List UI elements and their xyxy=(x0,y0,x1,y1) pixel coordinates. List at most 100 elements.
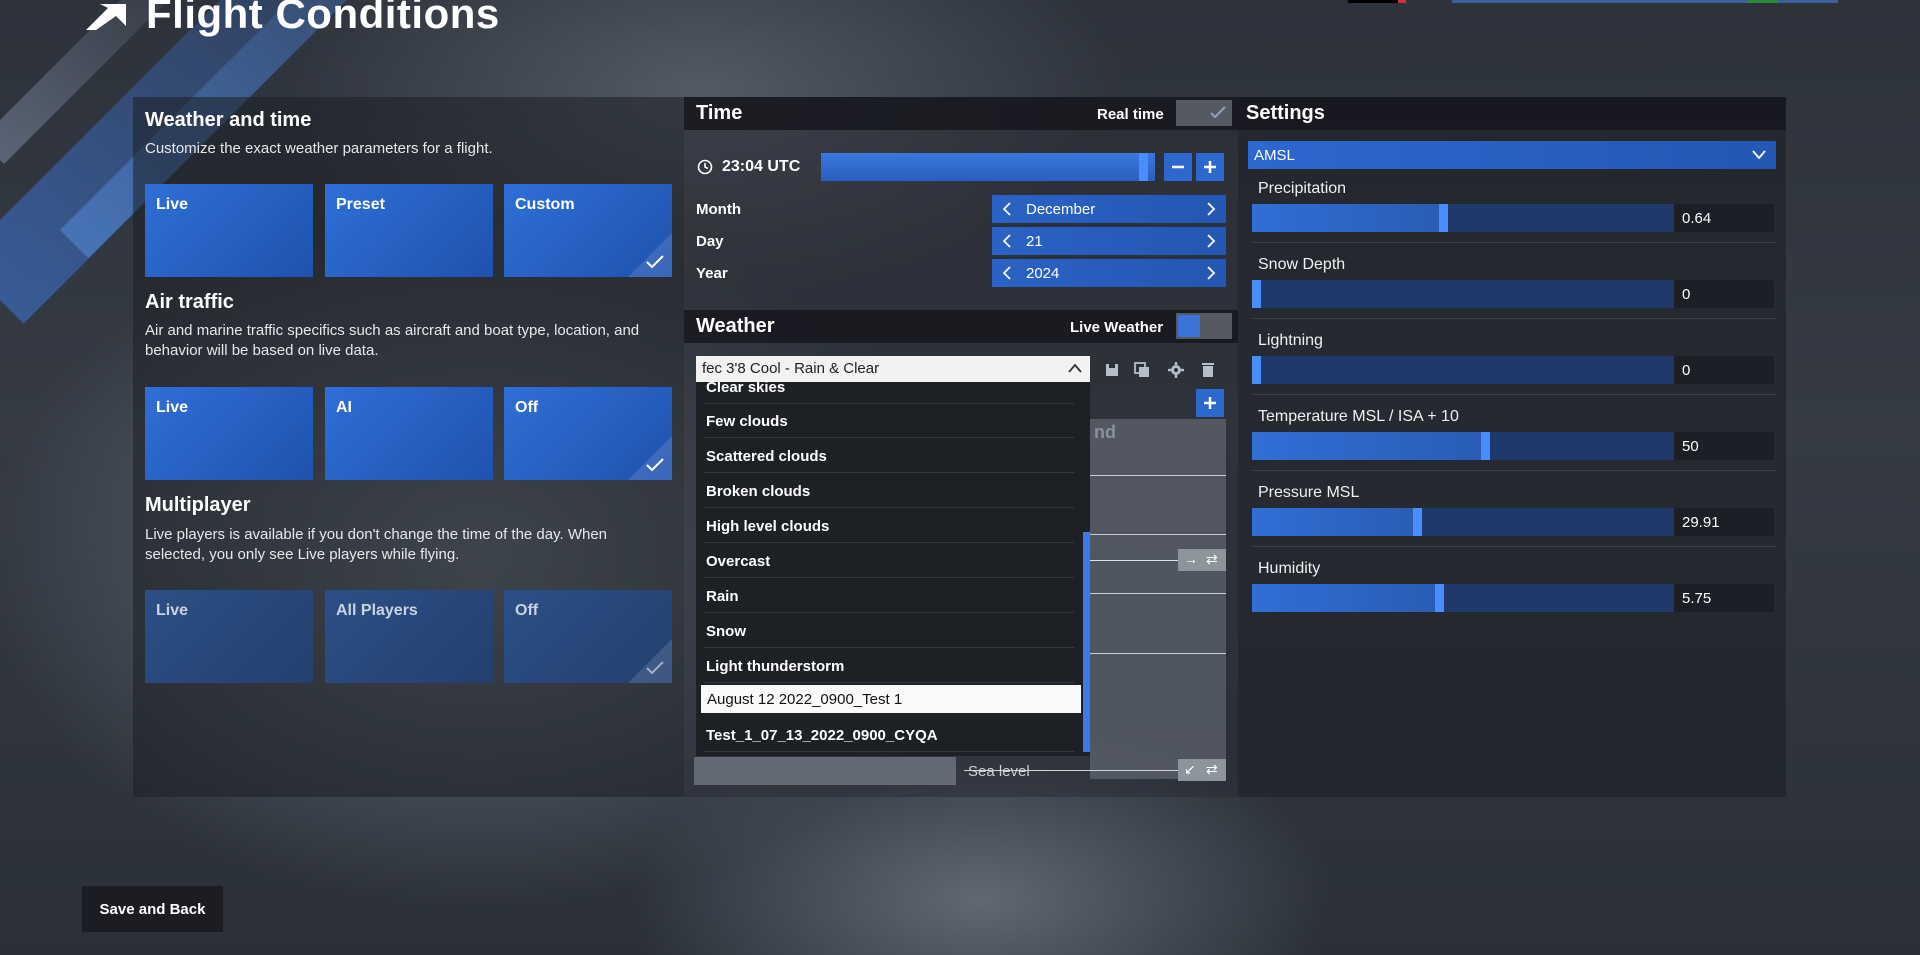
checkmark-icon xyxy=(646,661,664,675)
setting-separator xyxy=(1252,318,1776,319)
weather-option-custom[interactable]: Custom xyxy=(504,184,672,277)
setting-slider[interactable] xyxy=(1252,584,1676,612)
save-and-back-button[interactable]: Save and Back xyxy=(82,886,223,932)
utc-time: 23:04 UTC xyxy=(722,158,801,175)
setting-slider-thumb[interactable] xyxy=(1252,356,1261,384)
setting-slider[interactable] xyxy=(1252,280,1676,308)
left-panel: Weather and time Customize the exact wea… xyxy=(133,97,684,797)
live-weather-toggle[interactable] xyxy=(1176,313,1232,339)
setting-slider[interactable] xyxy=(1252,508,1676,536)
setting-slider[interactable] xyxy=(1252,432,1676,460)
setting-slider-thumb[interactable] xyxy=(1252,280,1261,308)
traffic-option-ai[interactable]: AI xyxy=(325,387,493,480)
multiplayer-option-all-players[interactable]: All Players xyxy=(325,590,493,683)
trash-icon[interactable] xyxy=(1197,359,1219,381)
settings-header: Settings xyxy=(1238,97,1786,130)
setting-separator xyxy=(1252,242,1776,243)
setting-value: 29.91 xyxy=(1682,514,1720,531)
preset-option[interactable]: High level clouds xyxy=(704,509,1074,543)
weather-option-live[interactable]: Live xyxy=(145,184,313,277)
setting-slider-thumb[interactable] xyxy=(1434,584,1444,612)
preset-option[interactable]: Scattered clouds xyxy=(704,439,1074,473)
copy-icon[interactable] xyxy=(1131,359,1153,381)
time-slider[interactable] xyxy=(821,153,1155,181)
real-time-toggle[interactable] xyxy=(1176,100,1232,126)
setting-value-field[interactable]: 0 xyxy=(1674,280,1774,308)
setting-value-field[interactable]: 29.91 xyxy=(1674,508,1774,536)
setting-slider-thumb[interactable] xyxy=(1413,508,1423,536)
swap-icon: ⇄ xyxy=(1206,551,1218,567)
save-icon[interactable] xyxy=(1101,359,1123,381)
preset-option[interactable]: Few clouds xyxy=(704,404,1074,438)
multiplayer-option-off[interactable]: Off xyxy=(504,590,672,683)
setting-value-field[interactable]: 5.75 xyxy=(1674,584,1774,612)
air-traffic-title: Air traffic xyxy=(145,291,234,313)
chevron-up-icon xyxy=(1068,363,1082,373)
time-slider-thumb[interactable] xyxy=(1139,153,1148,181)
chevron-left-icon[interactable] xyxy=(1002,266,1012,280)
setting-slider-fill xyxy=(1252,508,1418,536)
tile-label: Live xyxy=(156,399,189,416)
time-header: Time Real time xyxy=(684,97,1238,130)
chevron-right-icon[interactable] xyxy=(1206,234,1216,248)
multiplayer-title: Multiplayer xyxy=(145,494,251,516)
preset-option[interactable]: Snow xyxy=(704,614,1074,648)
preset-option[interactable]: Clear skies xyxy=(704,382,1074,404)
setting-slider[interactable] xyxy=(1252,356,1676,384)
tile-label: Live xyxy=(156,602,189,619)
chevron-left-icon[interactable] xyxy=(1002,234,1012,248)
setting-label: Temperature MSL / ISA + 10 xyxy=(1258,408,1459,425)
setting-slider-fill xyxy=(1252,584,1439,612)
gear-icon[interactable] xyxy=(1165,359,1187,381)
preset-option[interactable]: Broken clouds xyxy=(704,474,1074,508)
setting-slider-thumb[interactable] xyxy=(1438,204,1448,232)
header-arrow-icon xyxy=(86,4,126,30)
arrow-right-icon: → xyxy=(1184,551,1198,567)
setting-value-field[interactable]: 0.64 xyxy=(1674,204,1774,232)
setting-value-field[interactable]: 50 xyxy=(1674,432,1774,460)
chevron-right-icon[interactable] xyxy=(1206,266,1216,280)
preset-option[interactable]: Light thunderstorm xyxy=(704,649,1074,683)
setting-value-field[interactable]: 0 xyxy=(1674,356,1774,384)
top-indicator xyxy=(1398,0,1406,3)
tile-label: Off xyxy=(515,602,539,619)
traffic-option-live[interactable]: Live xyxy=(145,387,313,480)
checkmark-icon xyxy=(1210,106,1226,119)
altitude-mode-select[interactable]: AMSL xyxy=(1248,141,1776,169)
setting-slider-fill xyxy=(1252,204,1443,232)
layer-arrow-buttons[interactable]: ↙ ⇄ xyxy=(1178,759,1226,781)
preset-option[interactable]: Test_1_07_13_2022_0900_CYQA xyxy=(704,718,1074,752)
multiplayer-option-live[interactable]: Live xyxy=(145,590,313,683)
setting-slider-thumb[interactable] xyxy=(1481,432,1491,460)
weather-option-preset[interactable]: Preset xyxy=(325,184,493,277)
preset-option[interactable]: Rain xyxy=(704,579,1074,613)
time-decrease-button[interactable] xyxy=(1164,153,1192,181)
setting-separator xyxy=(1252,394,1776,395)
sea-level-label: Sea level xyxy=(968,763,1030,780)
top-indicator xyxy=(1748,0,1778,3)
setting-value: 0.64 xyxy=(1682,210,1712,227)
chevron-right-icon[interactable] xyxy=(1206,202,1216,216)
air-traffic-desc: Air and marine traffic specifics such as… xyxy=(145,322,640,359)
preset-option-selected[interactable]: August 12 2022_0900_Test 1 xyxy=(701,685,1081,713)
setting-slider[interactable] xyxy=(1252,204,1676,232)
traffic-option-off[interactable]: Off xyxy=(504,387,672,480)
layer-divider xyxy=(1090,534,1226,535)
day-stepper[interactable]: 21 xyxy=(992,227,1226,255)
weather-preset-select[interactable]: fec 3'8 Cool - Rain & Clear xyxy=(696,356,1090,382)
setting-value: 5.75 xyxy=(1682,590,1712,607)
layer-arrow-buttons[interactable]: → ⇄ xyxy=(1178,549,1226,571)
weather-title: Weather xyxy=(696,315,775,337)
month-label: Month xyxy=(696,201,741,218)
preset-option[interactable]: Overcast xyxy=(704,544,1074,578)
layer-divider xyxy=(1090,475,1226,476)
year-stepper[interactable]: 2024 xyxy=(992,259,1226,287)
add-layer-button[interactable] xyxy=(1196,389,1224,417)
dropdown-scrollbar[interactable] xyxy=(1083,532,1090,752)
tile-label: Custom xyxy=(515,196,575,213)
checkmark-icon xyxy=(646,255,664,269)
setting-label: Humidity xyxy=(1258,560,1321,577)
chevron-left-icon[interactable] xyxy=(1002,202,1012,216)
time-increase-button[interactable] xyxy=(1196,153,1224,181)
month-stepper[interactable]: December xyxy=(992,195,1226,223)
